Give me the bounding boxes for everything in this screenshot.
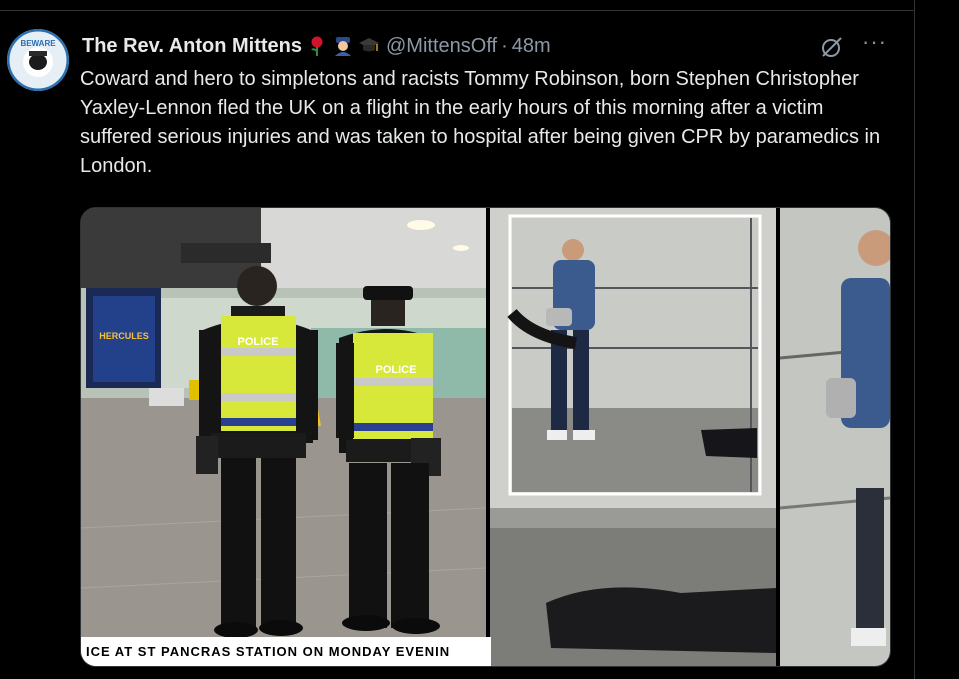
author-handle[interactable]: @MittensOff (386, 35, 497, 58)
vest-label-left: POLICE (238, 336, 279, 348)
top-divider (0, 10, 914, 11)
tweet-header: The Rev. Anton Mittens @MittensOff · 48m (82, 33, 551, 59)
avatar[interactable]: BEWARE (7, 29, 69, 91)
tweet-media[interactable]: HERCULES POLICE POLICE ICE AT ST PANCRAS… (80, 207, 891, 667)
rose-icon (306, 35, 328, 57)
poster-title: HERCULES (99, 331, 149, 341)
timestamp[interactable]: 48m (512, 35, 551, 58)
police-officer-icon (332, 35, 354, 57)
timeline-border (914, 0, 915, 679)
more-options-icon[interactable]: ··· (862, 31, 890, 57)
incident-photo-right (779, 208, 890, 666)
tweet-text: Coward and hero to simpletons and racist… (80, 68, 881, 177)
image-caption: ICE AT ST PANCRAS STATION ON MONDAY EVEN… (81, 637, 491, 666)
graduation-cap-icon (358, 35, 380, 57)
vest-label-right: POLICE (376, 364, 417, 376)
media-image: HERCULES POLICE POLICE (81, 208, 890, 666)
incident-photo-middle (490, 208, 776, 666)
avatar-text: BEWARE (20, 39, 56, 48)
grok-icon[interactable] (820, 35, 844, 59)
separator-dot: · (501, 34, 508, 57)
author-name[interactable]: The Rev. Anton Mittens (82, 35, 302, 58)
police-photo: HERCULES POLICE POLICE (81, 208, 487, 666)
avatar-image: BEWARE (7, 29, 69, 91)
